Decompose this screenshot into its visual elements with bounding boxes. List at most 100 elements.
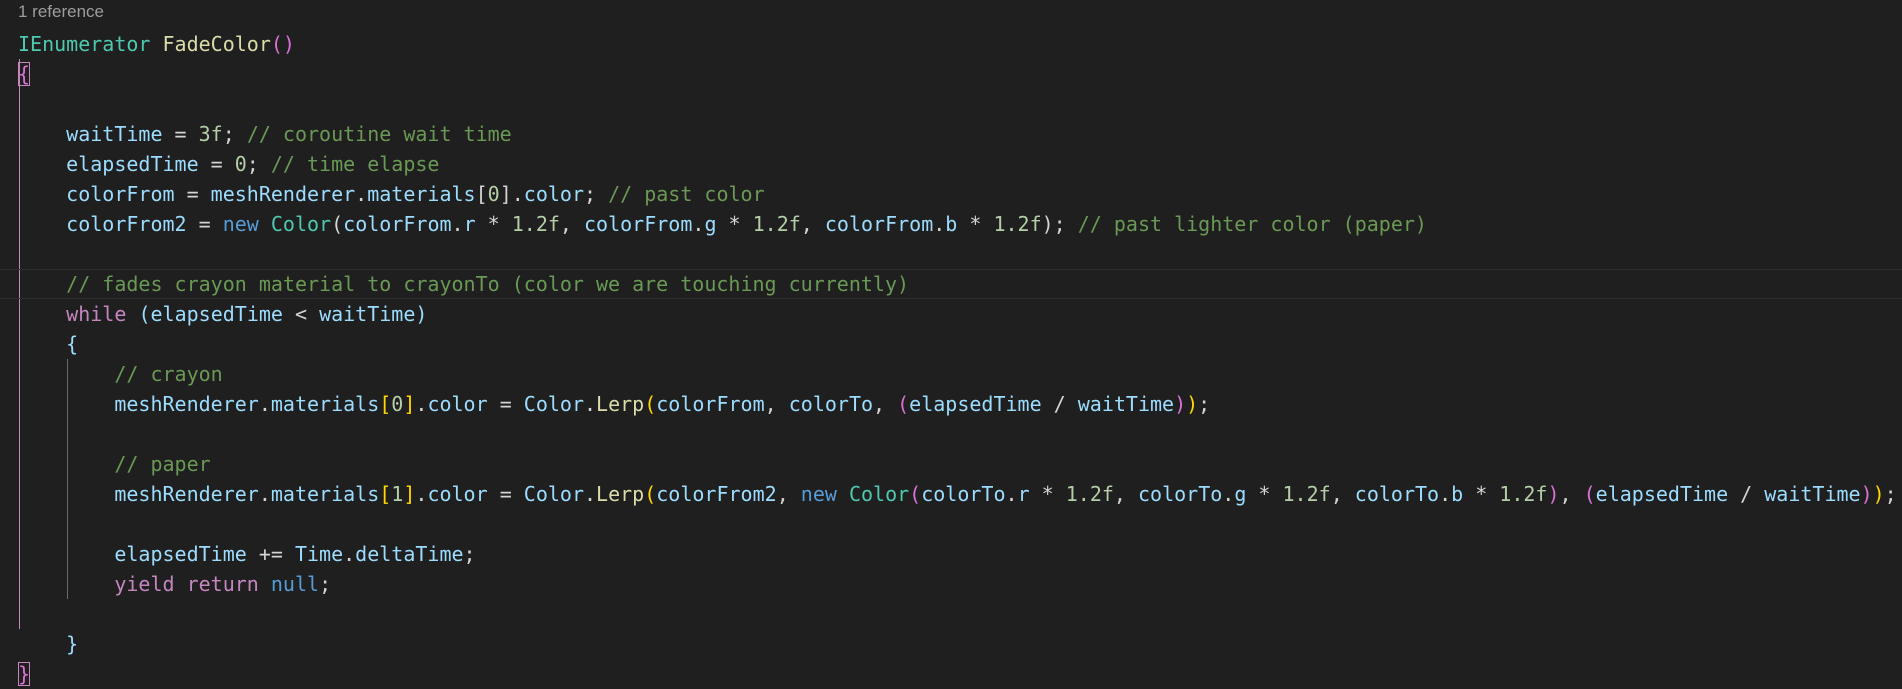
code-token: Lerp (596, 392, 645, 416)
code-token: 1.2f (511, 212, 560, 236)
code-line[interactable] (18, 419, 1902, 449)
code-token: waitTime (1764, 482, 1861, 506)
code-line[interactable]: yield return null; (18, 569, 1902, 599)
code-line[interactable]: meshRenderer.materials[1].color = Color.… (18, 479, 1902, 509)
code-line[interactable]: elapsedTime += Time.deltaTime; (18, 539, 1902, 569)
code-token: ) (1186, 392, 1199, 416)
code-line[interactable]: colorFrom = meshRenderer.materials[0].co… (18, 179, 1902, 209)
code-token: IEnumerator (18, 32, 151, 56)
code-token: g (704, 212, 717, 236)
code-token: = (186, 212, 223, 236)
code-token: colorFrom (656, 392, 765, 416)
code-token: // paper (114, 452, 211, 476)
code-line[interactable]: // crayon (18, 359, 1902, 389)
code-token: new (222, 212, 259, 236)
code-line[interactable] (18, 239, 1902, 269)
code-token: waitTime (319, 302, 416, 326)
code-line[interactable]: // paper (18, 449, 1902, 479)
code-token: ; (246, 152, 271, 176)
code-line[interactable] (18, 509, 1902, 539)
code-token: } (18, 662, 31, 686)
code-token: elapsedTime (909, 392, 1042, 416)
code-token: FadeColor (162, 32, 271, 56)
code-token: elapsedTime (150, 302, 283, 326)
code-token: colorFrom (66, 182, 175, 206)
code-token: / (1041, 392, 1078, 416)
code-token: ; (1198, 392, 1211, 416)
code-token: colorFrom (343, 212, 452, 236)
code-token: . (1222, 482, 1235, 506)
code-token: materials (367, 182, 476, 206)
code-token: 3f (198, 122, 223, 146)
code-token: null (270, 572, 320, 596)
code-token: // past color (608, 182, 765, 206)
code-token: ( (644, 392, 657, 416)
code-token: . (415, 392, 428, 416)
code-line[interactable]: } (18, 659, 1902, 689)
code-token: . (1005, 482, 1018, 506)
code-token: [ (475, 182, 488, 206)
code-token: . (355, 182, 368, 206)
code-token: Color (523, 392, 584, 416)
code-token: Lerp (596, 482, 645, 506)
code-token: < (282, 302, 320, 326)
code-line[interactable] (18, 89, 1902, 119)
code-line[interactable] (18, 599, 1902, 629)
code-token: colorFrom (584, 212, 693, 236)
code-token: = (487, 392, 524, 416)
code-token: waitTime (1077, 392, 1175, 416)
code-token: += (246, 542, 295, 566)
code-line[interactable]: while (elapsedTime < waitTime) (18, 299, 1902, 329)
code-token: waitTime (66, 122, 163, 146)
code-line[interactable]: // fades crayon material to crayonTo (co… (0, 269, 1902, 299)
code-token: return (186, 572, 259, 596)
code-token: () (270, 32, 295, 56)
code-line[interactable]: IEnumerator FadeColor() (18, 29, 1902, 59)
code-line[interactable]: colorFrom2 = new Color(colorFrom.r * 1.2… (18, 209, 1902, 239)
code-token: new (800, 482, 837, 506)
code-token: deltaTime (355, 542, 464, 566)
code-line[interactable]: meshRenderer.materials[0].color = Color.… (18, 389, 1902, 419)
code-token: / (1728, 482, 1765, 506)
code-line[interactable]: waitTime = 3f; // coroutine wait time (18, 119, 1902, 149)
code-token: = (162, 122, 199, 146)
code-token: colorFrom (824, 212, 934, 236)
code-editor[interactable]: IEnumerator FadeColor(){ waitTime = 3f; … (0, 29, 1902, 689)
code-token: * (475, 212, 512, 236)
codelens-references[interactable]: 1 reference (18, 2, 104, 22)
code-token: , (776, 482, 801, 506)
code-line[interactable]: { (18, 329, 1902, 359)
code-token: Color (270, 212, 332, 236)
code-token: ; (222, 122, 247, 146)
code-token: 1.2f (752, 212, 801, 236)
code-line[interactable]: { (18, 59, 1902, 89)
code-token: colorTo (788, 392, 874, 416)
code-line[interactable]: } (18, 629, 1902, 659)
code-token: elapsedTime (114, 542, 247, 566)
code-token: // fades crayon material to crayonTo (co… (66, 272, 910, 296)
code-token: 1 (391, 482, 404, 506)
code-token: . (692, 212, 705, 236)
code-token: ; (463, 542, 476, 566)
code-token: [ (379, 482, 392, 506)
code-token: // coroutine wait time (246, 122, 512, 146)
code-token: 1.2f (993, 212, 1042, 236)
code-token: , (800, 212, 825, 236)
code-token: ( (897, 392, 910, 416)
code-token: materials (270, 482, 380, 506)
code-token: 1.2f (1065, 482, 1114, 506)
code-line[interactable]: elapsedTime = 0; // time elapse (18, 149, 1902, 179)
code-token: ) (415, 302, 428, 326)
code-token: { (66, 332, 79, 356)
code-token: color (427, 392, 488, 416)
